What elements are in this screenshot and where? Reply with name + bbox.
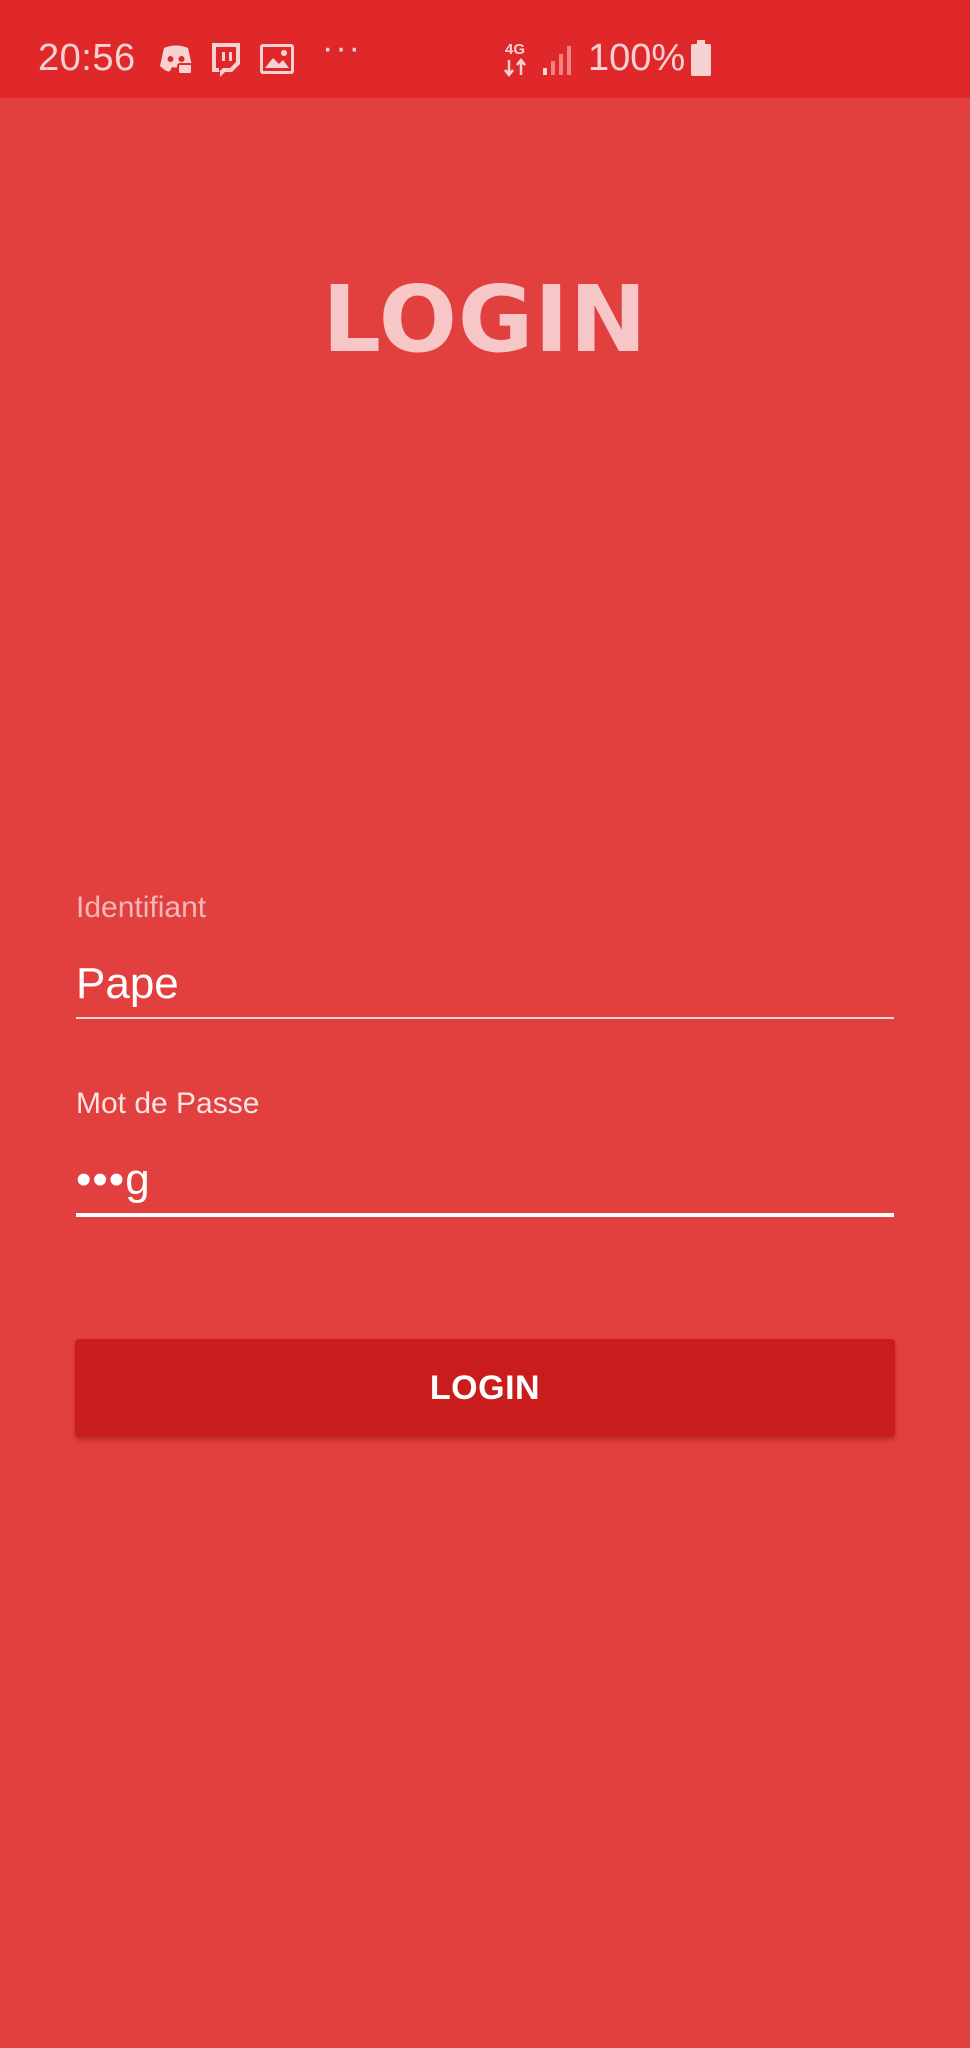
- status-bar: 20:56 ··· 4G 100%: [0, 0, 970, 98]
- twitch-icon: [212, 43, 240, 77]
- svg-text:4G: 4G: [505, 41, 525, 58]
- password-input[interactable]: [76, 1152, 894, 1208]
- battery-icon: [691, 40, 711, 76]
- username-input[interactable]: [76, 956, 894, 1012]
- discord-icon: [160, 45, 193, 75]
- login-button[interactable]: LOGIN: [75, 1339, 895, 1437]
- password-underline: [76, 1213, 894, 1217]
- username-label: Identifiant: [76, 891, 207, 924]
- more-notifications-icon: ···: [322, 29, 362, 67]
- battery-percent: 100%: [588, 37, 686, 79]
- network-4g-icon: 4G: [504, 41, 526, 78]
- gallery-icon: [260, 44, 294, 74]
- status-time: 20:56: [38, 37, 136, 79]
- username-underline: [76, 1017, 894, 1019]
- password-label: Mot de Passe: [76, 1087, 260, 1120]
- signal-icon: [543, 46, 571, 75]
- page-title: LOGIN: [322, 266, 648, 373]
